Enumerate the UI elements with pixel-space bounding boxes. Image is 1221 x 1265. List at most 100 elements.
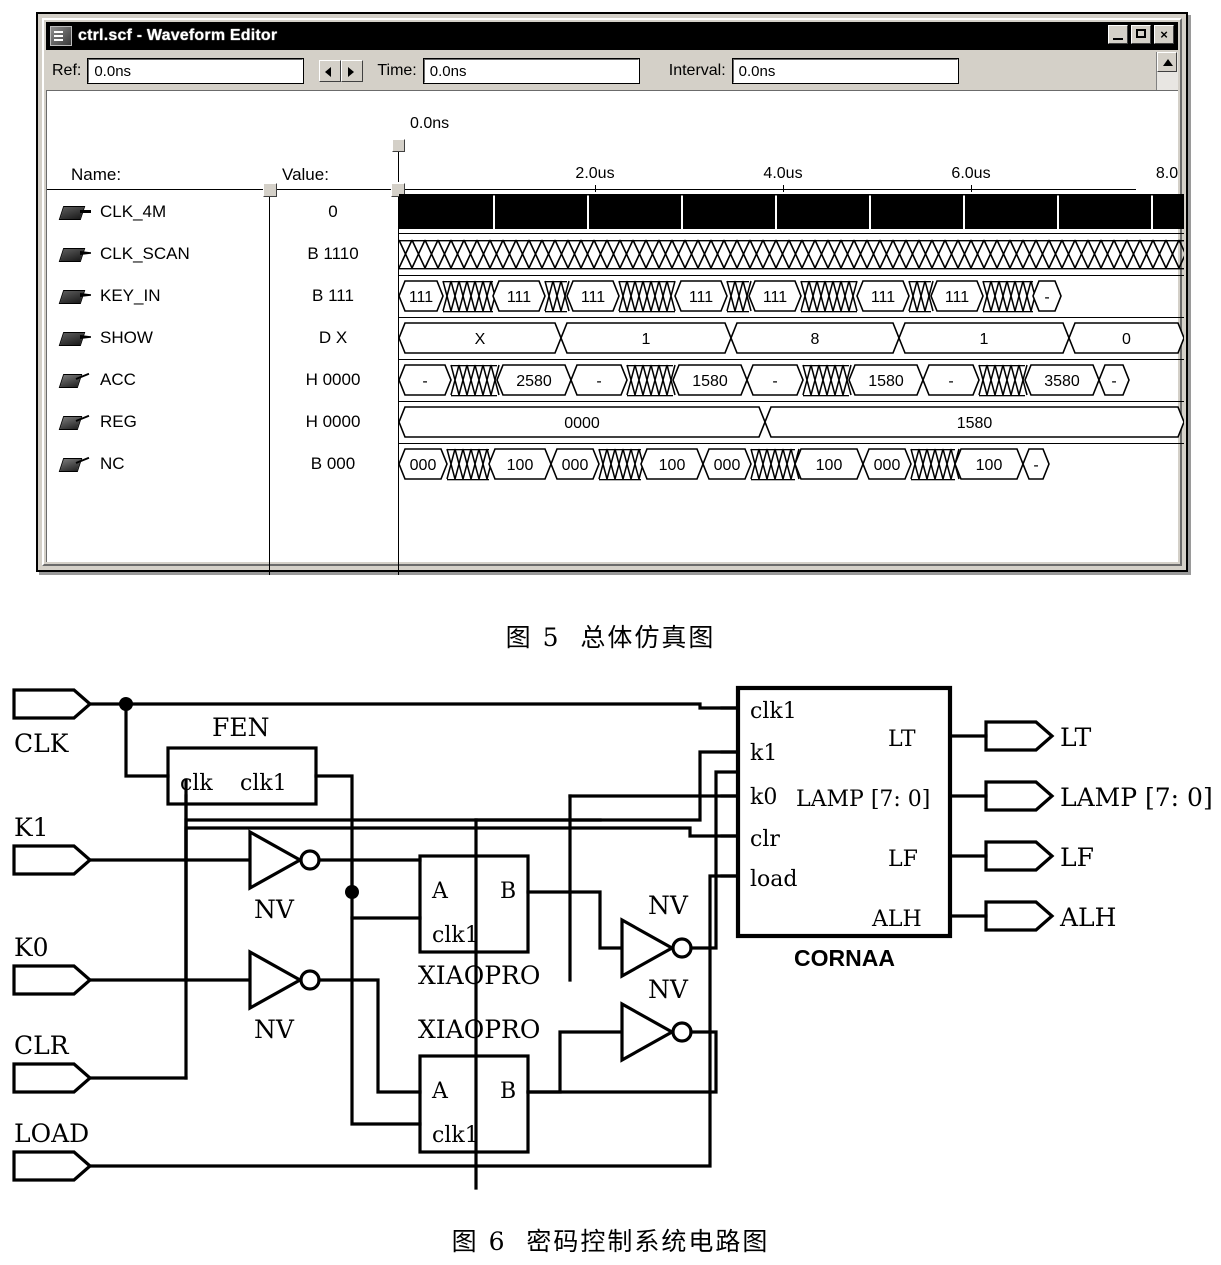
next-transition-button[interactable]: [341, 60, 364, 82]
svg-text:000: 000: [714, 457, 741, 474]
signal-row-4[interactable]: ACC: [47, 359, 263, 401]
input-label-clr: CLR: [14, 1031, 70, 1060]
junction-dot: [119, 697, 133, 711]
tick-label: 6.0us: [951, 165, 991, 182]
block-label-fen: FEN: [212, 713, 269, 742]
inverter-nv-3[interactable]: [620, 917, 676, 979]
svg-text:000: 000: [410, 457, 437, 474]
input-port-load[interactable]: [12, 1150, 93, 1182]
output-port-alh[interactable]: [984, 900, 1055, 932]
svg-text:1580: 1580: [957, 415, 993, 432]
port-label-cornaa-alh: ALH: [871, 907, 922, 932]
output-label-lf: LF: [1060, 843, 1094, 872]
name-column-header: Name:: [71, 165, 122, 184]
window-inner-frame: ctrl.scf - Waveform Editor × Ref: 0.0ns …: [42, 18, 1193, 575]
signal-row-6[interactable]: NC: [47, 443, 263, 485]
input-port-clk[interactable]: [12, 688, 93, 720]
svg-text:0000: 0000: [564, 415, 600, 432]
window-titlebar[interactable]: ctrl.scf - Waveform Editor: [46, 22, 1178, 50]
signal-value: D X: [318, 328, 348, 347]
waveform-svg: 111 111 111 111 111 111 111 - X 1 8 1 0 - 2580 - 1580 - 15…: [398, 194, 1193, 481]
svg-text:1: 1: [642, 331, 651, 348]
input-label-k1: K1: [14, 813, 49, 842]
waveform-canvas[interactable]: 111 111 111 111 111 111 111 - X 1 8 1 0 - 2580 - 1580 - 15…: [398, 191, 1193, 575]
interval-input[interactable]: 0.0ns: [731, 58, 959, 84]
svg-text:000: 000: [562, 457, 589, 474]
header-divider: [47, 189, 1136, 190]
time-ruler: 2.0us 4.0us 6.0us 8.0: [399, 165, 1184, 192]
svg-text:111: 111: [945, 289, 969, 306]
svg-text:-: -: [1033, 457, 1038, 474]
bus-pin-icon: [58, 246, 91, 262]
signal-name-list: CLK_4M CLK_SCAN KEY_IN SHOW ACC REG NC: [47, 191, 263, 485]
port-label-cornaa-load: load: [750, 867, 797, 892]
inverter-label-nv-4: NV: [648, 975, 689, 1004]
signal-row-1[interactable]: CLK_SCAN: [47, 233, 263, 275]
time-input[interactable]: 0.0ns: [422, 58, 640, 84]
previous-transition-button[interactable]: [319, 60, 342, 82]
svg-text:100: 100: [507, 457, 534, 474]
inverter-label-nv-2: NV: [254, 1015, 295, 1044]
minimize-button[interactable]: [1108, 25, 1128, 44]
svg-text:1: 1: [980, 331, 989, 348]
wire-clk-to-fen: [124, 702, 170, 778]
port-label-xp1-b: B: [500, 879, 516, 904]
signal-row-0[interactable]: CLK_4M: [47, 191, 263, 233]
block-cornaa[interactable]: [735, 685, 953, 939]
inverter-nv-4[interactable]: [620, 1001, 676, 1063]
port-label-xp2-a: A: [431, 1079, 449, 1104]
value-column-header: Value:: [282, 165, 329, 184]
signal-row-2[interactable]: KEY_IN: [47, 275, 263, 317]
svg-text:111: 111: [507, 289, 531, 306]
signal-name-label: SHOW: [100, 328, 153, 347]
window-title: ctrl.scf - Waveform Editor: [78, 27, 278, 44]
output-port-lt[interactable]: [984, 720, 1055, 752]
output-label-lamp: LAMP [7: 0]: [1060, 783, 1213, 812]
input-label-k0: K0: [14, 933, 49, 962]
svg-text:100: 100: [659, 457, 686, 474]
port-label-cornaa-clr: clr: [750, 827, 780, 852]
signal-value: B 111: [312, 286, 354, 305]
maximize-button[interactable]: [1131, 25, 1151, 44]
signal-row-3[interactable]: SHOW: [47, 317, 263, 359]
signal-value: 0: [328, 202, 338, 221]
cursor-handle-top[interactable]: [392, 139, 405, 152]
input-port-clr[interactable]: [12, 1062, 93, 1094]
port-label-cornaa-k0: k0: [750, 785, 777, 810]
port-label-cornaa-clk1: clk1: [750, 699, 797, 724]
port-label-fen-clk1: clk1: [240, 771, 287, 796]
schematic-svg: CLK K1 K0 CLR LOAD LT LAMP [7: 0] LF ALH…: [12, 685, 1213, 1190]
block-label-xiaopro-1: XIAOPRO: [418, 961, 540, 990]
signal-row-5[interactable]: REG: [47, 401, 263, 443]
output-port-lamp[interactable]: [984, 780, 1055, 812]
block-label-cornaa: CORNAA: [794, 945, 895, 971]
input-port-k1[interactable]: [12, 844, 93, 876]
port-label-xp2-clk1: clk1: [432, 1123, 479, 1148]
svg-text:X: X: [475, 331, 486, 348]
output-port-lf[interactable]: [984, 840, 1055, 872]
inverter-bubble-3: [671, 937, 693, 959]
ref-input[interactable]: 0.0ns: [87, 58, 305, 84]
figure-6-caption: 图 6 密码控制系统电路图: [451, 1227, 770, 1256]
input-port-k0[interactable]: [12, 964, 93, 996]
svg-text:100: 100: [816, 457, 843, 474]
inverter-nv-1[interactable]: [248, 829, 304, 891]
signal-name-label: REG: [100, 412, 137, 431]
port-label-xp1-a: A: [431, 879, 449, 904]
signal-name-label: ACC: [100, 370, 136, 389]
svg-text:3580: 3580: [1044, 373, 1080, 390]
svg-text:111: 111: [581, 289, 605, 306]
signal-value-list: 0 B 1110 B 111 D X H 0000 H 0000 B 000: [272, 191, 394, 485]
figure-5-caption: 图 5 总体仿真图: [505, 623, 716, 652]
svg-text:111: 111: [871, 289, 895, 306]
wire-nv2-out: [317, 978, 422, 1094]
inverter-label-nv-1: NV: [254, 895, 295, 924]
input-label-load: LOAD: [14, 1119, 89, 1148]
inverter-nv-2[interactable]: [248, 949, 304, 1011]
close-button[interactable]: ×: [1154, 25, 1174, 44]
scroll-up-icon[interactable]: [1157, 52, 1177, 72]
signal-value: H 0000: [305, 370, 361, 389]
ref-label: Ref:: [52, 62, 82, 79]
tick-label: 4.0us: [763, 165, 803, 182]
port-label-cornaa-lt: LT: [888, 727, 916, 752]
